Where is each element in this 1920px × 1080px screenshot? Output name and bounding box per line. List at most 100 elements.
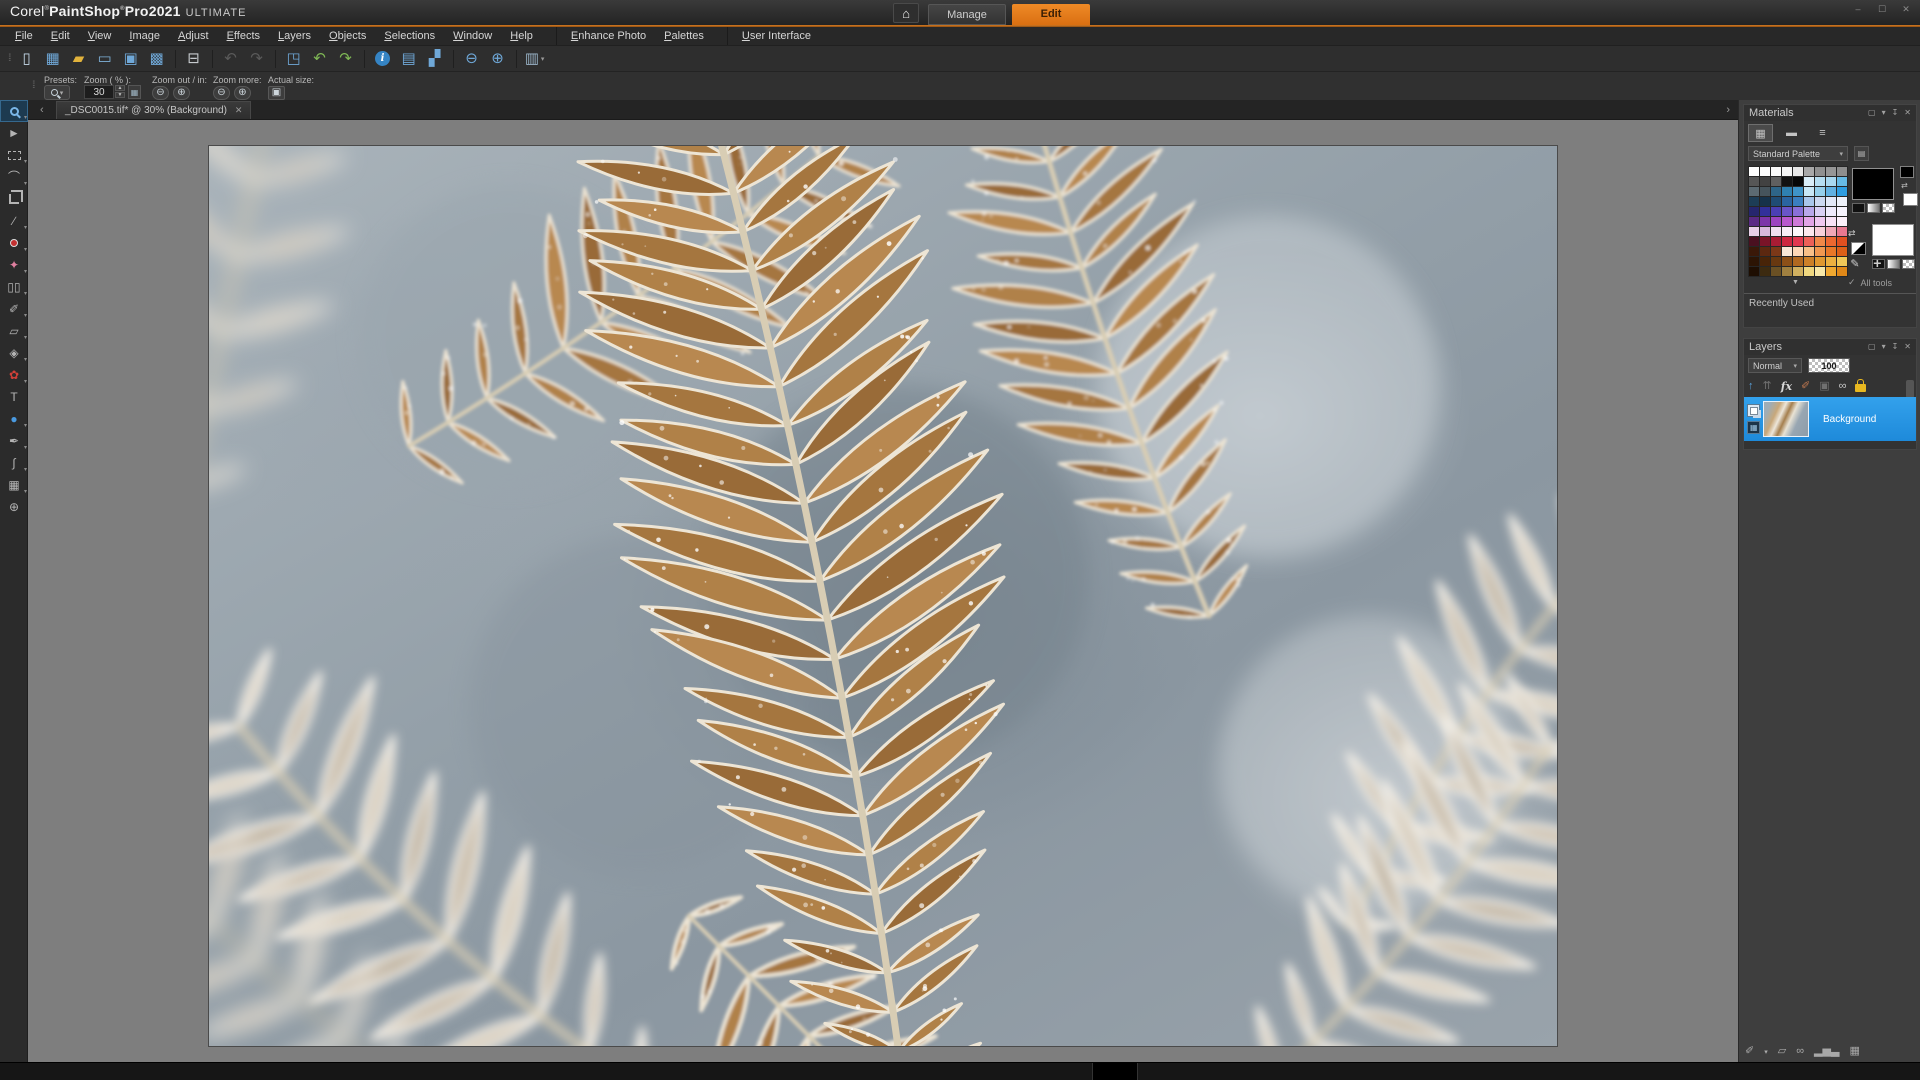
tool-mesh-warp[interactable]: ▦ — [0, 474, 28, 496]
swatch-scroll-icon[interactable]: ▼ — [1792, 279, 1799, 286]
swatch-8-3[interactable] — [1782, 247, 1792, 256]
menu-layers[interactable]: Layers — [269, 27, 320, 45]
swatch-4-8[interactable] — [1837, 207, 1847, 216]
swatch-5-7[interactable] — [1826, 217, 1836, 226]
swatch-2-8[interactable] — [1837, 187, 1847, 196]
tool-straighten[interactable]: ∕ — [0, 210, 28, 232]
screen-capture-button[interactable]: ▤ — [396, 47, 422, 71]
swatch-6-4[interactable] — [1793, 227, 1803, 236]
menu-objects[interactable]: Objects — [320, 27, 375, 45]
sliders-tab[interactable]: ≡ — [1810, 124, 1835, 142]
tool-eraser[interactable]: ▱ — [0, 320, 28, 342]
layer-type-icon[interactable] — [1747, 404, 1760, 417]
swatch-4-3[interactable] — [1782, 207, 1792, 216]
edit-brush-icon[interactable]: ✐ — [1745, 1046, 1754, 1057]
bg-pattern-button[interactable] — [1902, 259, 1915, 269]
panel-maximize-icon[interactable]: ▢ — [1868, 340, 1876, 354]
swatch-8-0[interactable] — [1749, 247, 1759, 256]
swatch-1-6[interactable] — [1815, 177, 1825, 186]
tool-pen[interactable]: ✒ — [0, 430, 28, 452]
undo-button[interactable]: ↶ — [307, 47, 333, 71]
swatch-7-1[interactable] — [1760, 237, 1770, 246]
swatch-0-4[interactable] — [1793, 167, 1803, 176]
tool-flood-fill[interactable]: ◈ — [0, 342, 28, 364]
swatch-6-2[interactable] — [1771, 227, 1781, 236]
background-swatch[interactable] — [1872, 224, 1914, 256]
swatch-4-4[interactable] — [1793, 207, 1803, 216]
swatch-6-7[interactable] — [1826, 227, 1836, 236]
layer-thumbnail[interactable] — [1763, 401, 1809, 437]
swatch-4-2[interactable] — [1771, 207, 1781, 216]
swap-colors-icon[interactable]: ⇄ — [1848, 228, 1856, 239]
swatch-0-2[interactable] — [1771, 167, 1781, 176]
swatch-6-1[interactable] — [1760, 227, 1770, 236]
swatch-9-2[interactable] — [1771, 257, 1781, 266]
swatch-10-8[interactable] — [1837, 267, 1847, 276]
menu-image[interactable]: Image — [120, 27, 169, 45]
browse-button[interactable]: ▦ — [40, 47, 66, 71]
menu-enhance-photo[interactable]: Enhance Photo — [556, 27, 655, 45]
document-tab[interactable]: _DSC0015.tif* @ 30% (Background) ✕ — [56, 101, 251, 119]
panel-close-icon[interactable]: ✕ — [1904, 106, 1911, 120]
swatch-10-6[interactable] — [1815, 267, 1825, 276]
open-folder-button[interactable]: ▰ — [66, 47, 92, 71]
transparency-toggle[interactable] — [1851, 242, 1866, 255]
lock-transparency-icon[interactable] — [1855, 384, 1866, 392]
taskbar-peek[interactable] — [1092, 1063, 1138, 1080]
swatch-0-7[interactable] — [1826, 167, 1836, 176]
layer-visibility-icon[interactable] — [1747, 421, 1760, 434]
swatch-3-2[interactable] — [1771, 197, 1781, 206]
swatch-2-4[interactable] — [1793, 187, 1803, 196]
swatch-8-5[interactable] — [1804, 247, 1814, 256]
menu-palettes[interactable]: Palettes — [655, 27, 713, 45]
home-button[interactable]: ⌂ — [893, 3, 919, 23]
swatch-2-3[interactable] — [1782, 187, 1792, 196]
save-button[interactable]: ▣ — [118, 47, 144, 71]
swatch-5-3[interactable] — [1782, 217, 1792, 226]
save-as-button[interactable]: ▩ — [144, 47, 170, 71]
swatch-10-7[interactable] — [1826, 267, 1836, 276]
tool-pan-zoom[interactable] — [0, 100, 28, 122]
swatch-1-5[interactable] — [1804, 177, 1814, 186]
workspace-tab-edit[interactable]: Edit — [1012, 4, 1090, 25]
swatch-3-7[interactable] — [1826, 197, 1836, 206]
swatch-9-1[interactable] — [1760, 257, 1770, 266]
swatch-10-2[interactable] — [1771, 267, 1781, 276]
all-tools-row[interactable]: ✓All tools — [1848, 277, 1892, 288]
tool-crop[interactable] — [0, 188, 28, 210]
zoom-in-button[interactable]: ⊕ — [173, 86, 190, 100]
merge-icon[interactable]: ▣ — [1819, 381, 1829, 392]
swatch-5-8[interactable] — [1837, 217, 1847, 226]
swatch-7-5[interactable] — [1804, 237, 1814, 246]
chip-swap-icon[interactable]: ⇄ — [1901, 181, 1908, 190]
swatch-1-7[interactable] — [1826, 177, 1836, 186]
panel-pin-icon[interactable]: ↧ — [1892, 106, 1899, 120]
swatch-9-5[interactable] — [1804, 257, 1814, 266]
zoom-in-cmd-button[interactable]: ⊕ — [485, 47, 511, 71]
zoom-out-cmd-button[interactable]: ⊖ — [459, 47, 485, 71]
new-image-button[interactable]: ▯ — [14, 47, 40, 71]
tool-pick[interactable]: ► — [0, 122, 28, 144]
swatch-2-2[interactable] — [1771, 187, 1781, 196]
swatch-10-1[interactable] — [1760, 267, 1770, 276]
tool-oil-brush[interactable]: ⊕ — [0, 496, 28, 518]
swatch-3-1[interactable] — [1760, 197, 1770, 206]
tool-makeover[interactable]: ✦ — [0, 254, 28, 276]
navigate-button[interactable]: ▦ — [128, 85, 141, 99]
fill-chip[interactable] — [1903, 193, 1918, 206]
palette-select[interactable]: Standard Palette▾ — [1748, 146, 1848, 161]
menu-selections[interactable]: Selections — [375, 27, 444, 45]
menu-window[interactable]: Window — [444, 27, 501, 45]
zoom-more-out-button[interactable]: ⊖ — [213, 86, 230, 100]
swatch-4-1[interactable] — [1760, 207, 1770, 216]
stroke-chip[interactable] — [1900, 166, 1914, 178]
swatch-0-1[interactable] — [1760, 167, 1770, 176]
swatches-tab[interactable]: ▦ — [1748, 124, 1773, 142]
swatch-10-4[interactable] — [1793, 267, 1803, 276]
swatch-8-7[interactable] — [1826, 247, 1836, 256]
edit-selectivity-icon[interactable]: fx — [1781, 381, 1792, 392]
tool-freehand-selection[interactable]: ⌒ — [0, 166, 28, 188]
swatch-0-5[interactable] — [1804, 167, 1814, 176]
rotate-right-button[interactable]: ↷ — [244, 47, 270, 71]
swatch-3-6[interactable] — [1815, 197, 1825, 206]
